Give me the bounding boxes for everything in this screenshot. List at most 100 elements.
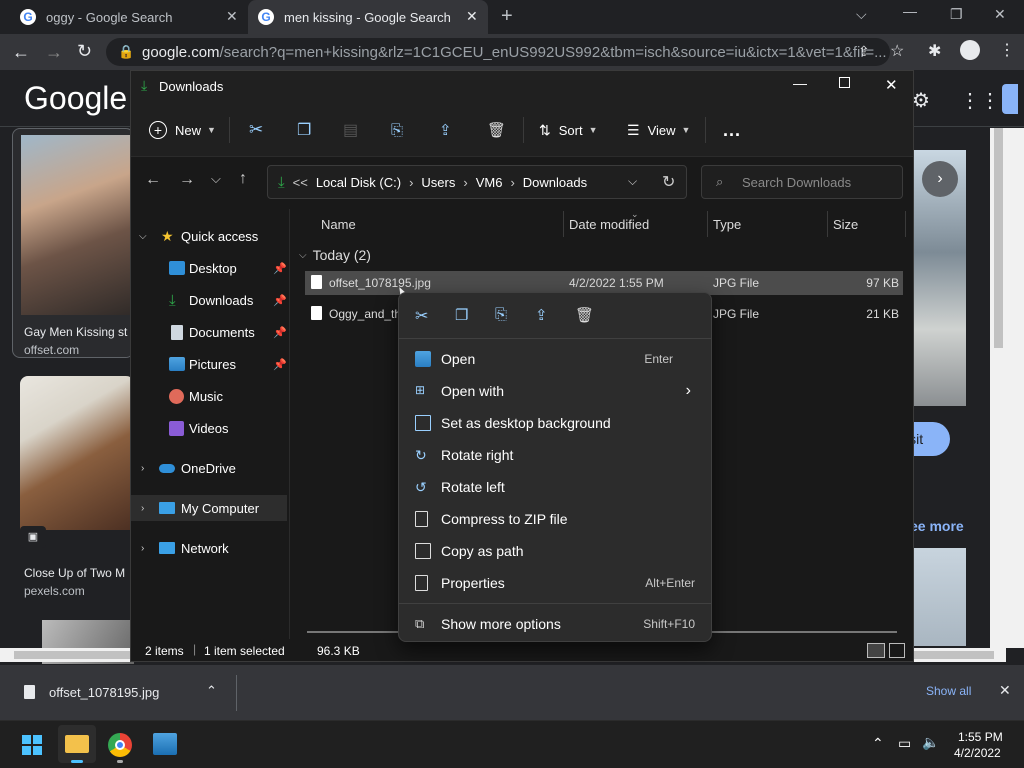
new-button[interactable]: + New ▼ — [149, 103, 216, 157]
cut-icon[interactable]: ✂ — [415, 306, 428, 326]
tab-men-kissing[interactable]: G men kissing - Google Search — [248, 0, 488, 34]
back-icon[interactable]: ← — [145, 171, 161, 189]
sidebar-item-my-computer[interactable]: › My Computer — [131, 495, 287, 521]
share-icon[interactable]: ⇪ — [535, 306, 548, 324]
scrollbar-thumb[interactable] — [994, 128, 1003, 348]
breadcrumb-vm6[interactable]: VM6 — [476, 175, 503, 190]
back-icon[interactable]: ← — [12, 42, 30, 63]
search-box[interactable]: ⌕ Search Downloads — [701, 165, 903, 199]
sidebar-item-onedrive[interactable]: › OneDrive — [131, 455, 287, 481]
start-windows-icon[interactable] — [22, 735, 42, 755]
sort-button[interactable]: ⇅ Sort ▼ — [539, 103, 598, 157]
up-icon[interactable]: ↑ — [239, 170, 247, 188]
new-tab-icon[interactable]: + — [501, 5, 513, 28]
details-view-icon[interactable] — [867, 643, 885, 658]
view-button[interactable]: ☰ View ▼ — [627, 103, 690, 157]
minimize-icon[interactable]: — — [793, 75, 807, 91]
sidebar-item-quick-access[interactable]: ⌵ ★ Quick access — [131, 223, 287, 249]
file-explorer-taskbar-button[interactable] — [58, 725, 96, 763]
reload-icon[interactable]: ↻ — [77, 41, 92, 62]
next-arrow-icon[interactable]: › — [922, 161, 958, 197]
show-hidden-icons-icon[interactable]: ⌃ — [872, 735, 884, 752]
column-header-name[interactable]: Name — [321, 217, 356, 232]
menu-item-rotate-right[interactable]: ↻ Rotate right — [407, 440, 703, 470]
rename-icon[interactable]: ⎘ — [391, 103, 403, 157]
sidebar-item-documents[interactable]: Documents 📌 — [131, 319, 287, 345]
photos-app-icon[interactable] — [153, 733, 177, 755]
close-icon[interactable]: ✕ — [999, 682, 1011, 699]
refresh-icon[interactable]: ↻ — [662, 172, 675, 192]
tab-search-chevron-icon[interactable]: ⌵ — [856, 6, 867, 23]
bookmark-star-icon[interactable]: ☆ — [890, 41, 904, 61]
share-icon[interactable]: ⇪ — [858, 43, 870, 60]
preview-thumbnail[interactable] — [914, 548, 966, 646]
image-result-card[interactable]: Gay Men Kissing st offset.com — [12, 128, 134, 358]
column-header-size[interactable]: Size — [833, 217, 858, 232]
rename-icon[interactable]: ⎘ — [495, 306, 507, 323]
column-header-type[interactable]: Type — [713, 217, 741, 232]
sign-in-button[interactable] — [1002, 84, 1018, 114]
maximize-icon[interactable] — [839, 77, 850, 88]
see-more-button[interactable]: ... — [723, 103, 741, 157]
restore-icon[interactable]: ❐ — [950, 6, 963, 23]
menu-item-compress-zip[interactable]: Compress to ZIP file — [407, 504, 703, 534]
copy-icon[interactable]: ❐ — [297, 103, 311, 157]
column-separator[interactable] — [905, 211, 906, 237]
share-icon[interactable]: ⇪ — [439, 103, 452, 157]
close-tab-icon[interactable]: ✕ — [466, 8, 478, 25]
menu-item-show-more-options[interactable]: ⧉ Show more options Shift+F10 — [407, 609, 703, 639]
menu-item-rotate-left[interactable]: ↺ Rotate left — [407, 472, 703, 502]
display-icon[interactable]: ▭ — [898, 735, 911, 752]
menu-item-copy-as-path[interactable]: Copy as path — [407, 536, 703, 566]
tab-oggy[interactable]: G oggy - Google Search — [10, 0, 246, 34]
close-window-icon[interactable]: ✕ — [994, 6, 1006, 23]
cut-icon[interactable]: ✂ — [249, 103, 263, 157]
forward-icon[interactable]: → — [179, 171, 195, 189]
see-more-link[interactable]: ee more — [910, 518, 964, 534]
menu-item-open-with[interactable]: ⊞ Open with › — [407, 376, 703, 406]
sidebar-item-music[interactable]: Music — [131, 383, 287, 409]
menu-item-properties[interactable]: Properties Alt+Enter — [407, 568, 703, 598]
apps-grid-icon[interactable]: ⋮⋮ — [960, 88, 1000, 113]
image-result-card[interactable]: ▣ Close Up of Two M pexels.com — [20, 376, 134, 600]
path-dropdown-icon[interactable]: ⌵ — [628, 174, 637, 189]
extensions-icon[interactable]: ✱ — [928, 41, 941, 61]
chevron-up-icon[interactable]: ⌃ — [206, 683, 217, 699]
column-separator[interactable] — [707, 211, 708, 237]
profile-avatar[interactable] — [960, 40, 980, 60]
breadcrumb-downloads[interactable]: Downloads — [523, 175, 587, 190]
chrome-icon[interactable] — [108, 733, 132, 757]
sidebar-item-pictures[interactable]: Pictures 📌 — [131, 351, 287, 377]
column-separator[interactable] — [563, 211, 564, 237]
volume-icon[interactable]: 🔈 — [922, 734, 939, 751]
delete-icon[interactable]: 🗑 — [575, 306, 594, 324]
tiles-view-icon[interactable] — [889, 643, 905, 658]
paste-icon[interactable]: ▤ — [343, 103, 358, 157]
sidebar-item-desktop[interactable]: Desktop 📌 — [131, 255, 287, 281]
chrome-menu-icon[interactable]: ⋮ — [999, 40, 1015, 60]
copy-icon[interactable]: ❐ — [455, 306, 468, 324]
menu-item-open[interactable]: Open Enter — [407, 344, 703, 374]
show-all-button[interactable]: Show all — [926, 684, 971, 698]
minimize-icon[interactable]: — — [903, 3, 917, 19]
vertical-scrollbar[interactable] — [990, 128, 1024, 648]
sidebar-item-videos[interactable]: Videos — [131, 415, 287, 441]
omnibox[interactable]: 🔒 google.com/search?q=men+kissing&rlz=1C… — [106, 38, 890, 66]
menu-item-set-desktop-background[interactable]: Set as desktop background — [407, 408, 703, 438]
download-item[interactable]: offset_1078195.jpg ⌃ — [14, 665, 236, 721]
explorer-titlebar[interactable]: ⤓ Downloads — ✕ — [131, 71, 913, 103]
settings-gear-icon[interactable]: ⚙ — [912, 88, 930, 113]
breadcrumb-users[interactable]: Users — [421, 175, 455, 190]
delete-icon[interactable]: 🗑 — [487, 103, 506, 157]
clock-date[interactable]: 4/2/2022 — [954, 746, 1001, 760]
clock-time[interactable]: 1:55 PM — [958, 730, 1003, 744]
sidebar-item-downloads[interactable]: ⤓ Downloads 📌 — [131, 287, 287, 313]
group-header-today[interactable]: ⌵ Today (2) — [299, 247, 371, 263]
close-tab-icon[interactable]: ✕ — [226, 8, 238, 25]
pane-splitter[interactable] — [289, 209, 290, 639]
column-separator[interactable] — [827, 211, 828, 237]
forward-icon[interactable]: → — [45, 42, 63, 63]
address-bar[interactable]: ⤓ << Local Disk (C:) › Users › VM6 › Dow… — [267, 165, 687, 199]
path-overflow[interactable]: << — [293, 175, 308, 190]
close-icon[interactable]: ✕ — [885, 76, 898, 94]
